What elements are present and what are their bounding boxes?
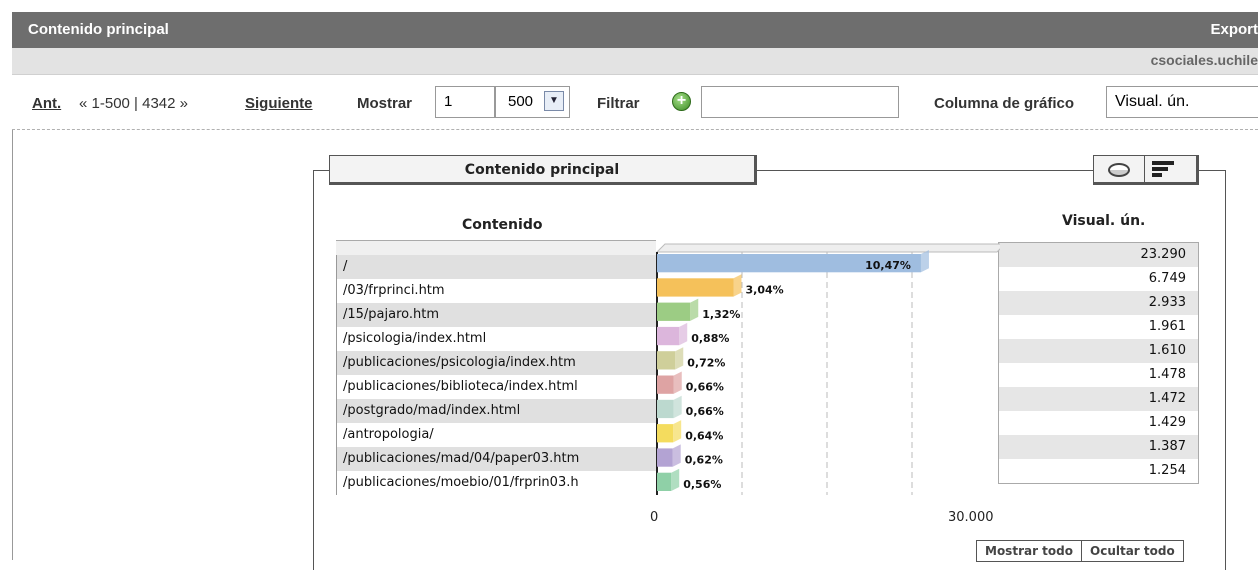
- bar-percent-label: 0,88%: [691, 332, 729, 345]
- pagination-toolbar: Ant. « 1-500 | 4342 » Siguiente Mostrar …: [12, 75, 1258, 130]
- row-label: /15/pajaro.htm: [336, 303, 656, 327]
- chart-panel-title: Contenido principal: [329, 155, 757, 185]
- bar-percent-label: 1,32%: [702, 308, 740, 321]
- bar-percent-label: 10,47%: [865, 259, 911, 272]
- content-column-header: Contenido: [462, 217, 543, 233]
- domain-label: csociales.uchile: [1150, 52, 1258, 68]
- bar: [657, 424, 674, 443]
- show-all-button[interactable]: Mostrar todo: [977, 541, 1081, 561]
- prev-link[interactable]: Ant.: [32, 95, 61, 112]
- row-labels: //03/frprinci.htm/15/pajaro.htm/psicolog…: [336, 255, 656, 495]
- row-label: /psicologia/index.html: [336, 327, 656, 351]
- chart-column-select[interactable]: Visual. ún.: [1106, 86, 1258, 118]
- start-row-input[interactable]: 1: [435, 86, 495, 118]
- show-label: Mostrar: [357, 95, 413, 112]
- bar-percent-label: 0,62%: [685, 454, 723, 467]
- bar-percent-label: 3,04%: [745, 283, 783, 296]
- filter-input[interactable]: [701, 86, 899, 118]
- row-label: /: [336, 255, 656, 279]
- plot-top-face: [655, 243, 1000, 253]
- bar-percent-label: 0,66%: [686, 405, 724, 418]
- row-label: /publicaciones/mad/04/paper03.htm: [336, 447, 656, 471]
- row-label: /publicaciones/moebio/01/frprin03.h: [336, 471, 656, 495]
- bar-percent-label: 0,64%: [685, 429, 723, 442]
- bar: [657, 302, 691, 321]
- export-button[interactable]: Export: [1210, 21, 1258, 38]
- row-value: 1.610: [999, 339, 1198, 363]
- row-value: 6.749: [999, 267, 1198, 291]
- report-title-bar: Contenido principal Export: [12, 12, 1258, 48]
- report-title: Contenido principal: [28, 21, 169, 38]
- chevron-down-icon[interactable]: ▼: [544, 91, 564, 111]
- row-values: 23.290 6.749 2.933 1.961 1.610 1.478 1.472 1.42…: [998, 242, 1199, 484]
- bar: [657, 326, 680, 346]
- row-value: 2.933: [999, 291, 1198, 315]
- bar: [657, 278, 734, 297]
- content-border: [12, 130, 13, 560]
- next-link[interactable]: Siguiente: [245, 95, 313, 112]
- row-value: 1.387: [999, 435, 1198, 459]
- bar: [657, 472, 672, 491]
- label-column-top: [336, 240, 656, 255]
- chart-column-label: Columna de gráfico: [934, 95, 1075, 112]
- bar-chart: 10,47% 3,04% 1,32% 0,88% 0,72% 0,66% 0,66% 0,64…: [655, 243, 1000, 495]
- range-text: « 1-500 | 4342 »: [79, 95, 188, 112]
- row-value: 23.290: [999, 243, 1198, 267]
- domain-bar: csociales.uchile: [12, 48, 1258, 75]
- row-value: 1.478: [999, 363, 1198, 387]
- row-label: /publicaciones/biblioteca/index.html: [336, 375, 656, 399]
- bar: [657, 448, 673, 467]
- row-visibility-buttons: Mostrar todo Ocultar todo: [976, 540, 1184, 562]
- row-label: /03/frprinci.htm: [336, 279, 656, 303]
- pie-chart-icon[interactable]: [1108, 163, 1130, 177]
- row-value: 1.254: [999, 459, 1198, 483]
- add-filter-icon[interactable]: +: [672, 92, 691, 111]
- row-value: 1.429: [999, 411, 1198, 435]
- row-value: 1.961: [999, 315, 1198, 339]
- bar-percent-label: 0,72%: [687, 356, 725, 369]
- bar: [657, 375, 674, 394]
- row-value: 1.472: [999, 387, 1198, 411]
- value-column-header: Visual. ún.: [1062, 213, 1146, 229]
- bar: [657, 351, 676, 370]
- row-label: /publicaciones/psicologia/index.htm: [336, 351, 656, 375]
- bar-chart-icon[interactable]: [1152, 161, 1180, 179]
- bar-percent-label: 0,66%: [686, 381, 724, 394]
- x-tick-max: 30.000: [948, 510, 994, 525]
- x-tick-min: 0: [650, 510, 659, 525]
- bar: [657, 399, 674, 419]
- row-label: /postgrado/mad/index.html: [336, 399, 656, 423]
- filter-label: Filtrar: [597, 95, 640, 112]
- hide-all-button[interactable]: Ocultar todo: [1081, 541, 1183, 561]
- row-label: /antropologia/: [336, 423, 656, 447]
- bar-percent-label: 0,56%: [683, 478, 721, 491]
- chart-view-switcher: [1093, 155, 1199, 185]
